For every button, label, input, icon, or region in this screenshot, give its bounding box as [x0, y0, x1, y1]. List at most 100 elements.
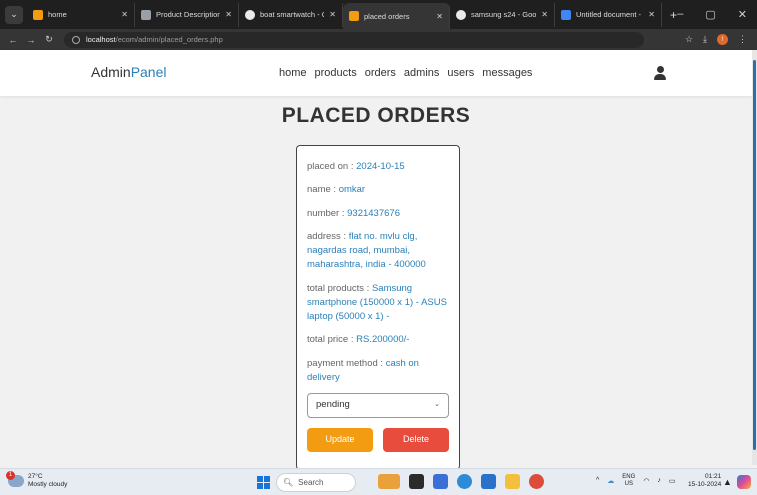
bookmark-star-icon[interactable]: ☆ [685, 34, 693, 45]
close-tab-icon[interactable]: ✕ [225, 10, 232, 19]
order-placed-on: placed on : 2024-10-15 [307, 160, 449, 174]
close-window-icon[interactable]: ✕ [738, 8, 747, 21]
forward-icon[interactable]: → [26, 35, 36, 45]
nav-users[interactable]: users [447, 67, 474, 79]
tab-title: Untitled document - Goog [576, 10, 643, 19]
order-status-select[interactable]: pending ⌄ [307, 393, 449, 418]
time: 01:21 [704, 473, 722, 480]
logo[interactable]: AdminPanel [91, 64, 167, 80]
field-label: number : [307, 207, 348, 219]
placed-on-value: 2024-10-15 [356, 161, 405, 172]
tab-samsung-s24[interactable]: samsung s24 - Google Sea ✕ [450, 2, 555, 27]
field-label: address : [307, 230, 349, 242]
download-icon[interactable]: ⤓ [703, 34, 707, 45]
order-address: address : flat no. mvlu clg, nagardas ro… [307, 230, 449, 273]
close-tab-icon[interactable]: ✕ [329, 10, 336, 19]
window-controls: – ▢ ✕ [677, 8, 757, 21]
tab-title: placed orders [364, 11, 410, 21]
weather-badge: 1 [6, 470, 15, 480]
battery-icon[interactable]: ▭ [669, 477, 676, 485]
main-nav: home products orders admins users messag… [279, 67, 532, 79]
order-card: placed on : 2024-10-15 name : omkar numb… [296, 145, 460, 470]
file-explorer-icon[interactable] [505, 474, 520, 489]
edge-icon[interactable] [457, 474, 472, 489]
clock[interactable]: 01:21 15-10-2024 [688, 473, 721, 490]
site-header: AdminPanel home products orders admins u… [0, 50, 752, 96]
store-icon[interactable] [481, 474, 496, 489]
language-indicator[interactable]: ENG US [622, 474, 635, 487]
field-label: total products : [307, 282, 372, 294]
status-selected-value: pending [316, 399, 350, 411]
tab-placed-orders[interactable]: placed orders ✕ [343, 3, 450, 29]
tab-title: boat smartwatch - Google [260, 10, 324, 19]
order-number: number : 9321437676 [307, 207, 449, 221]
name-value: omkar [338, 184, 366, 196]
nav-messages[interactable]: messages [482, 67, 532, 79]
cloud-icon: 1 [6, 470, 24, 487]
volume-icon[interactable]: ♪ [657, 477, 661, 484]
onedrive-icon[interactable]: ☁ [607, 477, 614, 485]
nav-home[interactable]: home [279, 67, 307, 79]
url-host: localhost [86, 35, 116, 44]
wifi-icon[interactable]: ◠ [643, 477, 649, 485]
browser-tab-bar: ⌄ home ✕ Product Description Assist ✕ bo… [0, 0, 757, 29]
restore-icon[interactable]: ▢ [705, 8, 715, 21]
nav-admins[interactable]: admins [404, 67, 439, 79]
user-icon[interactable] [654, 66, 666, 80]
page-title: PLACED ORDERS [281, 104, 471, 127]
number-value: 9321437676 [347, 207, 400, 219]
field-label: placed on : [307, 161, 357, 172]
tab-boat-smartwatch[interactable]: boat smartwatch - Google ✕ [239, 2, 343, 27]
tab-home[interactable]: home ✕ [27, 2, 135, 27]
widgets-icon[interactable] [378, 474, 400, 489]
tab-product-description[interactable]: Product Description Assist ✕ [135, 2, 239, 27]
total-price-value: RS.200000/- [356, 334, 410, 346]
tab-title: home [48, 10, 67, 19]
teams-icon[interactable] [433, 474, 448, 489]
temperature: 27°C [28, 473, 43, 480]
home-favicon-icon [33, 9, 43, 20]
search-placeholder: Search [298, 478, 324, 487]
site-info-icon[interactable] [72, 35, 80, 44]
logo-main-text: Admin [91, 64, 131, 80]
tab-untitled-document[interactable]: Untitled document - Goog ✕ [555, 2, 662, 27]
back-icon[interactable]: ← [8, 35, 18, 45]
chrome-icon[interactable] [529, 474, 544, 489]
update-button[interactable]: Update [307, 428, 373, 452]
close-tab-icon[interactable]: ✕ [121, 10, 128, 19]
windows-start-icon[interactable] [257, 476, 270, 489]
tab-title: Product Description Assist [156, 10, 221, 19]
google-favicon-icon [245, 9, 255, 20]
profile-avatar[interactable]: ! [717, 34, 728, 45]
weather-widget[interactable]: 1 27°C Mostly cloudy [6, 470, 68, 489]
reload-icon[interactable]: ↻ [44, 34, 54, 45]
google-favicon-icon [456, 9, 466, 20]
delete-button[interactable]: Delete [383, 428, 449, 452]
close-tab-icon[interactable]: ✕ [436, 12, 443, 21]
taskbar-search[interactable]: 🔍︎ Search [276, 473, 356, 492]
nav-orders[interactable]: orders [365, 67, 396, 79]
field-label: payment method : [307, 357, 386, 369]
site-favicon-icon [349, 11, 359, 21]
order-total-products: total products : Samsung smartphone (150… [307, 282, 449, 325]
taskbar: 1 27°C Mostly cloudy 🔍︎ Search ^ ☁ ENG US… [0, 468, 757, 495]
tab-search-button[interactable]: ⌄ [5, 5, 23, 24]
close-tab-icon[interactable]: ✕ [648, 10, 655, 19]
nav-products[interactable]: products [315, 67, 357, 79]
field-label: name : [307, 184, 339, 196]
search-icon: 🔍︎ [283, 478, 294, 487]
url-bar[interactable]: localhost/ecom/admin/placed_orders.php [64, 31, 644, 48]
url-path: /ecom/admin/placed_orders.php [115, 35, 223, 44]
minimize-icon[interactable]: – [677, 8, 683, 21]
notification-bell-icon[interactable]: ▲ [723, 477, 732, 487]
scrollbar-thumb[interactable] [753, 60, 756, 450]
weather-condition: Mostly cloudy [28, 480, 68, 488]
close-tab-icon[interactable]: ✕ [541, 10, 548, 19]
browser-menu-icon[interactable]: ⋮ [738, 34, 747, 45]
copilot-icon[interactable] [737, 475, 751, 489]
new-tab-button[interactable]: + [670, 8, 677, 22]
task-view-icon[interactable] [409, 474, 424, 489]
order-total-price: total price : RS.200000/- [307, 333, 449, 347]
chevron-up-icon[interactable]: ^ [596, 477, 599, 484]
tab-title: samsung s24 - Google Sea [471, 10, 537, 19]
